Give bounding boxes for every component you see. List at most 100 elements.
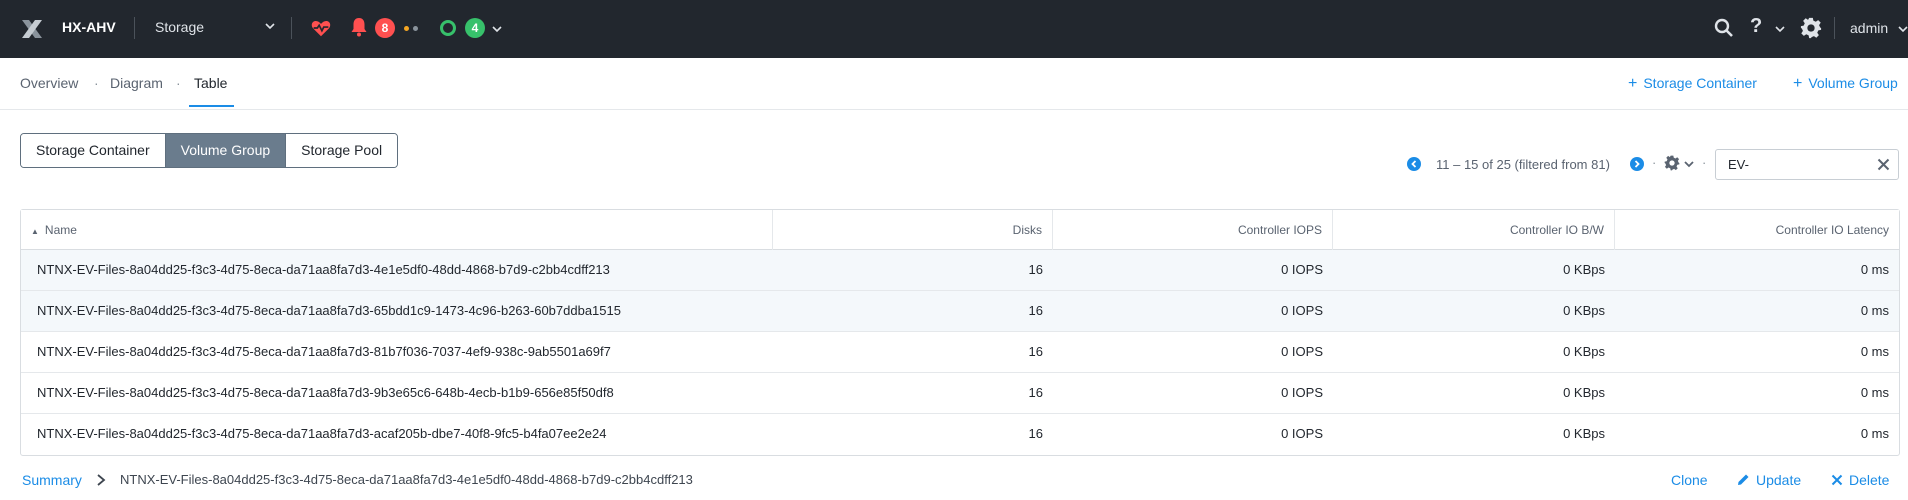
- sub-navigation: Overview · Diagram · Table + Storage Cont…: [0, 58, 1908, 110]
- alerts-bell-icon[interactable]: [350, 17, 368, 37]
- warning-dot-icon: [404, 26, 409, 31]
- chevron-down-icon[interactable]: [1684, 159, 1694, 169]
- header-divider: [134, 17, 135, 39]
- add-storage-container-button[interactable]: + Storage Container: [1628, 75, 1757, 93]
- filter-input[interactable]: [1728, 157, 1868, 172]
- table-row[interactable]: NTNX-EV-Files-8a04dd25-f3c3-4d75-8eca-da…: [21, 291, 1899, 332]
- entity-type-switcher: Storage Container Volume Group Storage P…: [20, 133, 399, 168]
- cluster-name[interactable]: HX-AHV: [62, 19, 116, 35]
- add-storage-container-label: Storage Container: [1643, 75, 1757, 91]
- active-tab-indicator: [189, 105, 234, 107]
- search-icon[interactable]: [1714, 18, 1734, 38]
- table-row[interactable]: NTNX-EV-Files-8a04dd25-f3c3-4d75-8eca-da…: [21, 414, 1899, 455]
- cell-latency: 0 ms: [1860, 426, 1889, 441]
- cell-bw: 0 KBps: [1563, 303, 1605, 318]
- selected-entity-name: NTNX-EV-Files-8a04dd25-f3c3-4d75-8eca-da…: [120, 472, 693, 487]
- chevron-right-icon: [1634, 160, 1640, 168]
- table-settings-gear-icon[interactable]: [1664, 155, 1680, 171]
- page-selector-label: Storage: [155, 19, 205, 35]
- table-row[interactable]: NTNX-EV-Files-8a04dd25-f3c3-4d75-8eca-da…: [21, 250, 1899, 291]
- cell-name[interactable]: NTNX-EV-Files-8a04dd25-f3c3-4d75-8eca-da…: [37, 414, 607, 454]
- nav-separator: ·: [176, 75, 181, 91]
- cell-bw: 0 KBps: [1563, 426, 1605, 441]
- segment-storage-container[interactable]: Storage Container: [21, 134, 166, 167]
- plus-icon: +: [1793, 75, 1803, 92]
- chevron-down-icon: [265, 23, 275, 30]
- column-header-label: Name: [44, 223, 77, 237]
- x-icon: [1831, 474, 1843, 486]
- chevron-left-icon: [1411, 160, 1417, 168]
- tasks-count-badge[interactable]: 4: [465, 18, 485, 38]
- add-volume-group-label: Volume Group: [1808, 75, 1898, 91]
- tab-overview[interactable]: Overview: [20, 75, 78, 91]
- previous-page-button[interactable]: [1407, 157, 1421, 171]
- user-menu[interactable]: admin: [1850, 20, 1888, 36]
- column-header-controller-iops[interactable]: Controller IOPS: [1053, 210, 1333, 250]
- delete-label: Delete: [1849, 472, 1890, 488]
- cell-latency: 0 ms: [1860, 303, 1889, 318]
- chevron-down-icon[interactable]: [1775, 24, 1785, 34]
- info-dot-icon: [413, 26, 418, 31]
- filter-box: [1715, 149, 1899, 180]
- cell-disks: 16: [1028, 344, 1043, 359]
- cell-name[interactable]: NTNX-EV-Files-8a04dd25-f3c3-4d75-8eca-da…: [37, 373, 614, 413]
- cell-bw: 0 KBps: [1563, 344, 1605, 359]
- cell-name[interactable]: NTNX-EV-Files-8a04dd25-f3c3-4d75-8eca-da…: [37, 250, 610, 290]
- volume-group-table: ▲ Name Disks Controller IOPS Controller I…: [20, 209, 1900, 456]
- update-label: Update: [1756, 472, 1802, 488]
- tab-diagram[interactable]: Diagram: [110, 75, 163, 91]
- details-footer: Summary NTNX-EV-Files-8a04dd25-f3c3-4d75…: [0, 466, 1908, 496]
- sort-ascending-icon: ▲: [31, 227, 39, 236]
- tasks-status-icon[interactable]: [440, 20, 456, 36]
- nutanix-logo-icon[interactable]: [20, 17, 44, 41]
- clear-filter-icon[interactable]: [1877, 158, 1890, 171]
- cell-latency: 0 ms: [1860, 262, 1889, 277]
- segment-storage-pool[interactable]: Storage Pool: [286, 134, 398, 167]
- cell-name[interactable]: NTNX-EV-Files-8a04dd25-f3c3-4d75-8eca-da…: [37, 332, 611, 372]
- page-selector[interactable]: Storage: [155, 19, 275, 35]
- pagination-status: 11 – 15 of 25 (filtered from 81): [1436, 157, 1610, 172]
- column-header-controller-io-bw[interactable]: Controller IO B/W: [1333, 210, 1615, 250]
- chevron-down-icon[interactable]: [492, 24, 502, 34]
- cell-latency: 0 ms: [1860, 344, 1889, 359]
- table-row[interactable]: NTNX-EV-Files-8a04dd25-f3c3-4d75-8eca-da…: [21, 332, 1899, 373]
- gear-icon[interactable]: [1800, 17, 1822, 39]
- header-divider: [1834, 17, 1835, 39]
- top-header: HX-AHV Storage 8 4 ? admin: [0, 0, 1908, 58]
- chevron-right-icon: [97, 474, 106, 486]
- column-header-disks[interactable]: Disks: [773, 210, 1053, 250]
- cell-bw: 0 KBps: [1563, 385, 1605, 400]
- cell-iops: 0 IOPS: [1281, 262, 1323, 277]
- column-header-name[interactable]: ▲ Name: [21, 210, 773, 250]
- cell-disks: 16: [1028, 385, 1043, 400]
- cell-disks: 16: [1028, 262, 1043, 277]
- pencil-icon: [1738, 474, 1749, 485]
- clone-button[interactable]: Clone: [1671, 472, 1708, 488]
- cell-iops: 0 IOPS: [1281, 385, 1323, 400]
- table-header: ▲ Name Disks Controller IOPS Controller I…: [21, 210, 1899, 250]
- cell-iops: 0 IOPS: [1281, 303, 1323, 318]
- update-button[interactable]: Update: [1737, 472, 1801, 488]
- summary-link[interactable]: Summary: [22, 472, 82, 488]
- delete-button[interactable]: Delete: [1831, 472, 1889, 488]
- pager-separator: ·: [1652, 155, 1657, 170]
- alerts-count-badge[interactable]: 8: [375, 18, 395, 38]
- plus-icon: +: [1628, 75, 1638, 92]
- cell-bw: 0 KBps: [1563, 262, 1605, 277]
- table-row[interactable]: NTNX-EV-Files-8a04dd25-f3c3-4d75-8eca-da…: [21, 373, 1899, 414]
- pager-separator: ·: [1702, 155, 1707, 170]
- add-volume-group-button[interactable]: + Volume Group: [1793, 75, 1898, 93]
- segment-volume-group[interactable]: Volume Group: [165, 134, 287, 167]
- column-header-controller-io-latency[interactable]: Controller IO Latency: [1615, 210, 1899, 250]
- cell-disks: 16: [1028, 303, 1043, 318]
- header-divider: [291, 17, 292, 39]
- health-heart-icon[interactable]: [310, 17, 332, 39]
- cell-latency: 0 ms: [1860, 385, 1889, 400]
- cell-name[interactable]: NTNX-EV-Files-8a04dd25-f3c3-4d75-8eca-da…: [37, 291, 621, 331]
- help-icon[interactable]: ?: [1750, 15, 1762, 38]
- cell-disks: 16: [1028, 426, 1043, 441]
- cell-iops: 0 IOPS: [1281, 344, 1323, 359]
- next-page-button[interactable]: [1630, 157, 1644, 171]
- chevron-down-icon[interactable]: [1898, 24, 1908, 34]
- tab-table[interactable]: Table: [194, 75, 227, 91]
